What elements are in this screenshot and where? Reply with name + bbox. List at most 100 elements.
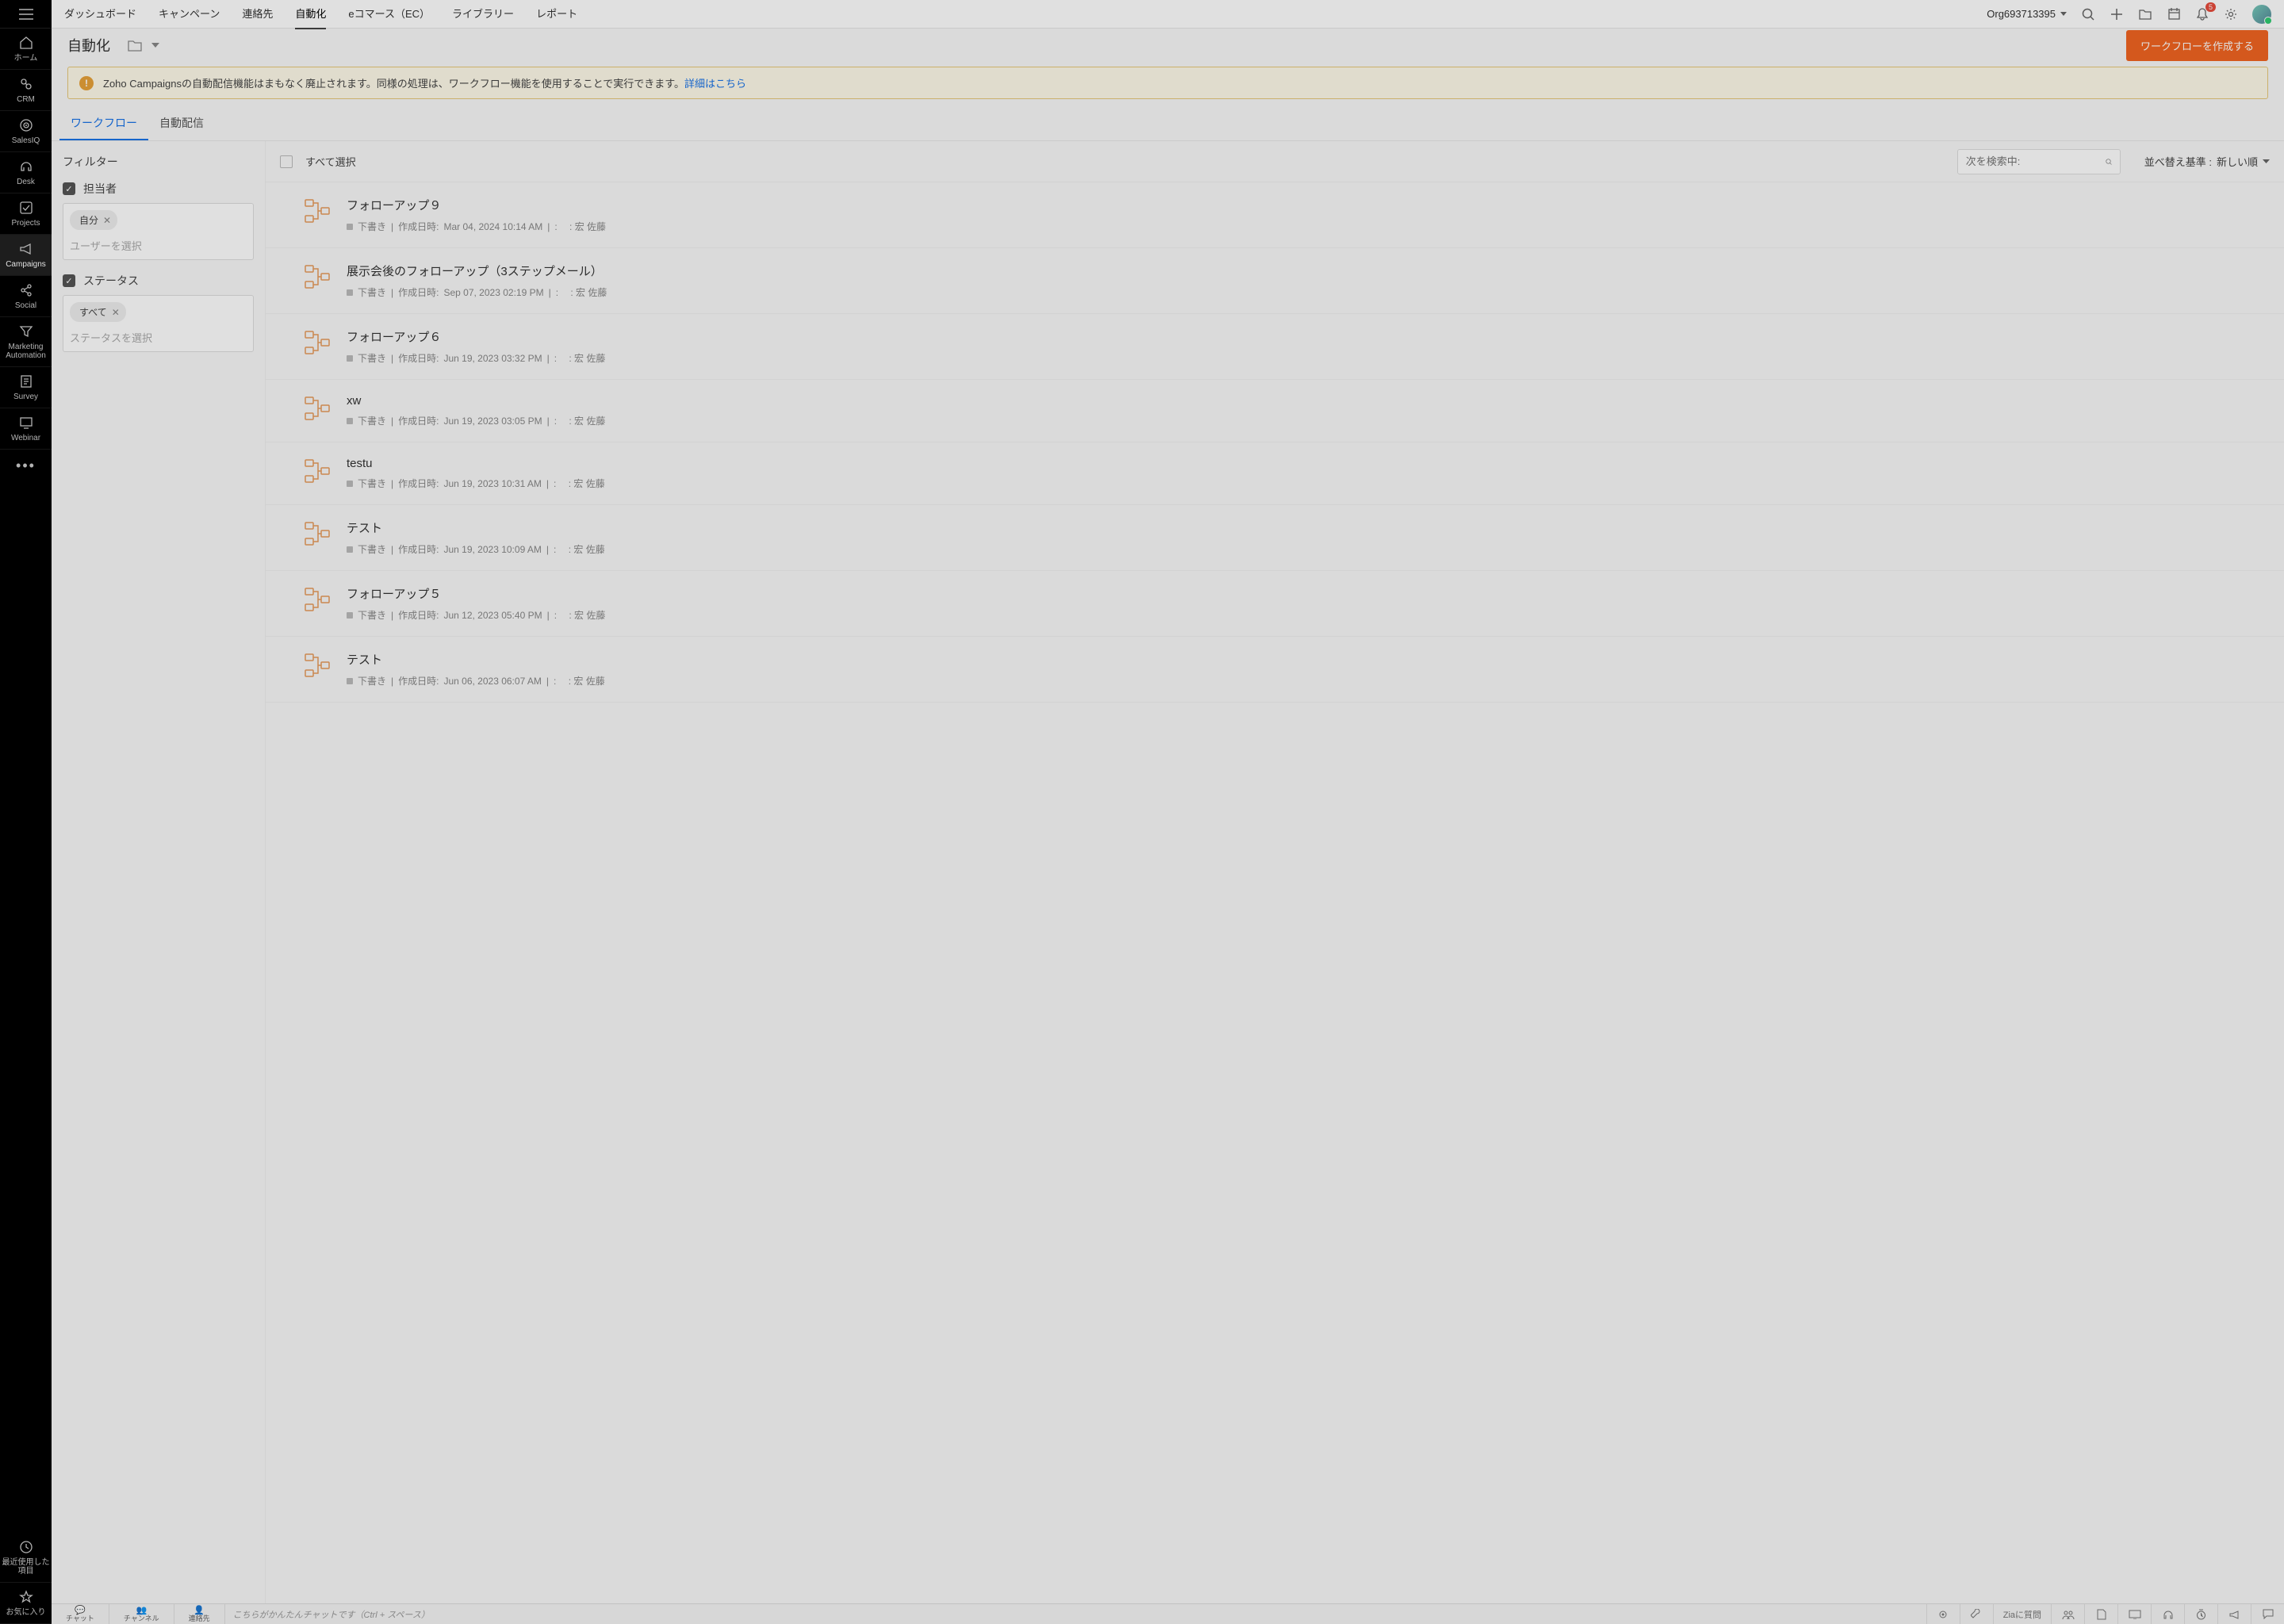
org-selector[interactable]: Org693713395 <box>1987 8 2067 20</box>
rail-item-clock-icon[interactable]: 最近使用した項目 <box>0 1533 52 1583</box>
megaphone-icon <box>18 241 34 257</box>
filter-chipbox[interactable]: 自分✕ ユーザーを選択 <box>63 203 254 260</box>
rail-item-star-icon[interactable]: お気に入り <box>0 1583 52 1624</box>
nav-tab-5[interactable]: ライブラリー <box>452 0 514 29</box>
rail-item-desk[interactable]: Desk <box>0 152 52 193</box>
status-dot <box>347 481 353 487</box>
bb-tools[interactable] <box>1960 1604 1993 1624</box>
rail-item-webinar[interactable]: Webinar <box>0 408 52 450</box>
workflow-meta: 下書き | 作成日時: Jun 19, 2023 03:32 PM |: : 宏… <box>347 351 2270 365</box>
nav-tab-4[interactable]: eコマース（EC） <box>348 0 430 29</box>
chip-remove[interactable]: ✕ <box>112 307 120 318</box>
radar-icon <box>18 117 34 133</box>
nav-tab-0[interactable]: ダッシュボード <box>64 0 136 29</box>
bb-record[interactable] <box>1926 1604 1960 1624</box>
filter-checkbox[interactable]: ✓ <box>63 182 75 195</box>
sub-tab-0[interactable]: ワークフロー <box>59 107 148 140</box>
check-icon <box>18 200 34 216</box>
bb-people[interactable] <box>2051 1604 2084 1624</box>
headset-icon <box>2163 1609 2174 1620</box>
nav-tab-2[interactable]: 連絡先 <box>242 0 273 29</box>
rail-item-crm[interactable]: CRM <box>0 70 52 111</box>
rail-item-label: Projects <box>11 219 40 228</box>
org-name: Org693713395 <box>1987 8 2056 20</box>
zia-button[interactable]: Ziaに質問 <box>1993 1604 2051 1624</box>
workflow-item[interactable]: 展示会後のフォローアップ（3ステップメール） 下書き | 作成日時: Sep 0… <box>266 248 2284 314</box>
user-avatar[interactable] <box>2252 5 2271 24</box>
sub-tabs: ワークフロー自動配信 <box>52 107 2284 141</box>
created-date: Jun 19, 2023 03:05 PM <box>443 416 542 427</box>
rail-item-marketing-automation[interactable]: Marketing Automation <box>0 317 52 367</box>
notice-link[interactable]: 詳細はこちら <box>684 75 746 90</box>
hamburger-icon <box>19 9 33 20</box>
create-button[interactable] <box>2110 7 2124 21</box>
workflow-item[interactable]: テスト 下書き | 作成日時: Jun 19, 2023 10:09 AM |:… <box>266 505 2284 571</box>
nav-tab-3[interactable]: 自動化 <box>295 0 326 29</box>
funnel-icon <box>18 324 34 339</box>
workflow-title: テスト <box>347 651 2270 668</box>
rail-item-campaigns[interactable]: Campaigns <box>0 235 52 276</box>
quick-chat-input[interactable]: こちらがかんたんチャットです（Ctrl + スペース） <box>225 1608 1926 1621</box>
rail-item-label: ホーム <box>14 54 38 63</box>
workflow-item[interactable]: フォローアップ６ 下書き | 作成日時: Jun 19, 2023 03:32 … <box>266 314 2284 380</box>
notifications-button[interactable]: 5 <box>2195 7 2209 21</box>
bb-headset[interactable] <box>2151 1604 2184 1624</box>
created-by: : 宏 佐藤 <box>569 414 605 427</box>
created-by: : 宏 佐藤 <box>569 542 605 556</box>
rail-item-survey[interactable]: Survey <box>0 367 52 408</box>
bb-timer[interactable] <box>2184 1604 2217 1624</box>
rail-item-social[interactable]: Social <box>0 276 52 317</box>
filter-chip: すべて✕ <box>70 302 126 322</box>
filter-group-1: ✓ ステータス すべて✕ ステータスを選択 <box>63 273 254 352</box>
bb-item-0[interactable]: 💬 チャット <box>52 1604 109 1624</box>
calendar-button[interactable] <box>2167 7 2181 21</box>
created-by: : 宏 佐藤 <box>569 477 605 490</box>
folder-select[interactable] <box>128 40 142 52</box>
rail-item-salesiq[interactable]: SalesIQ <box>0 111 52 152</box>
workflow-item[interactable]: テスト 下書き | 作成日時: Jun 06, 2023 06:07 AM |:… <box>266 637 2284 703</box>
select-all-checkbox[interactable] <box>280 155 293 168</box>
bb-doc[interactable] <box>2084 1604 2117 1624</box>
search-button[interactable] <box>2081 7 2095 21</box>
filter-checkbox[interactable]: ✓ <box>63 274 75 287</box>
search-input[interactable] <box>1966 155 2106 167</box>
list-search[interactable] <box>1957 149 2121 174</box>
nav-tab-6[interactable]: レポート <box>536 0 577 29</box>
workflow-icon <box>302 394 332 424</box>
bb-item-icon: 👥 <box>136 1607 147 1615</box>
nav-tab-1[interactable]: キャンペーン <box>159 0 220 29</box>
settings-button[interactable] <box>2224 7 2238 21</box>
workflow-item[interactable]: xw 下書き | 作成日時: Jun 19, 2023 03:05 PM |: … <box>266 380 2284 442</box>
bb-item-2[interactable]: 👤 連絡先 <box>174 1604 225 1624</box>
workflow-icon <box>302 585 332 615</box>
rail-more[interactable]: ••• <box>0 450 52 481</box>
chip-remove[interactable]: ✕ <box>103 215 111 226</box>
status-label: 下書き <box>358 542 386 556</box>
sort-selector[interactable]: 並べ替え基準 : 新しい順 <box>2144 154 2270 169</box>
rail-collapse-toggle[interactable] <box>0 0 52 29</box>
rail-item-label: Marketing Automation <box>2 343 50 360</box>
bb-announce[interactable] <box>2217 1604 2251 1624</box>
bb-feedback[interactable] <box>2251 1604 2284 1624</box>
bb-item-1[interactable]: 👥 チャンネル <box>109 1604 174 1624</box>
folder-icon <box>2139 9 2152 20</box>
workflow-icon <box>302 197 332 227</box>
create-workflow-button[interactable]: ワークフローを作成する <box>2126 30 2268 61</box>
star-icon <box>18 1589 34 1605</box>
workflow-item[interactable]: フォローアップ９ 下書き | 作成日時: Mar 04, 2024 10:14 … <box>266 182 2284 248</box>
sub-tab-1[interactable]: 自動配信 <box>148 107 215 140</box>
folder-button[interactable] <box>2138 7 2152 21</box>
created-date: Jun 12, 2023 05:40 PM <box>443 610 542 621</box>
rail-item-ホーム[interactable]: ホーム <box>0 29 52 70</box>
workflow-item[interactable]: フォローアップ５ 下書き | 作成日時: Jun 12, 2023 05:40 … <box>266 571 2284 637</box>
headset-icon <box>18 159 34 174</box>
status-dot <box>347 678 353 684</box>
workflow-item[interactable]: testu 下書き | 作成日時: Jun 19, 2023 10:31 AM … <box>266 442 2284 505</box>
created-date: Jun 19, 2023 03:32 PM <box>443 353 542 364</box>
folder-dropdown[interactable] <box>151 43 159 48</box>
workflow-title: フォローアップ５ <box>347 585 2270 602</box>
rail-item-projects[interactable]: Projects <box>0 193 52 235</box>
bb-screen[interactable] <box>2117 1604 2151 1624</box>
filter-chipbox[interactable]: すべて✕ ステータスを選択 <box>63 295 254 352</box>
link-icon <box>18 76 34 92</box>
